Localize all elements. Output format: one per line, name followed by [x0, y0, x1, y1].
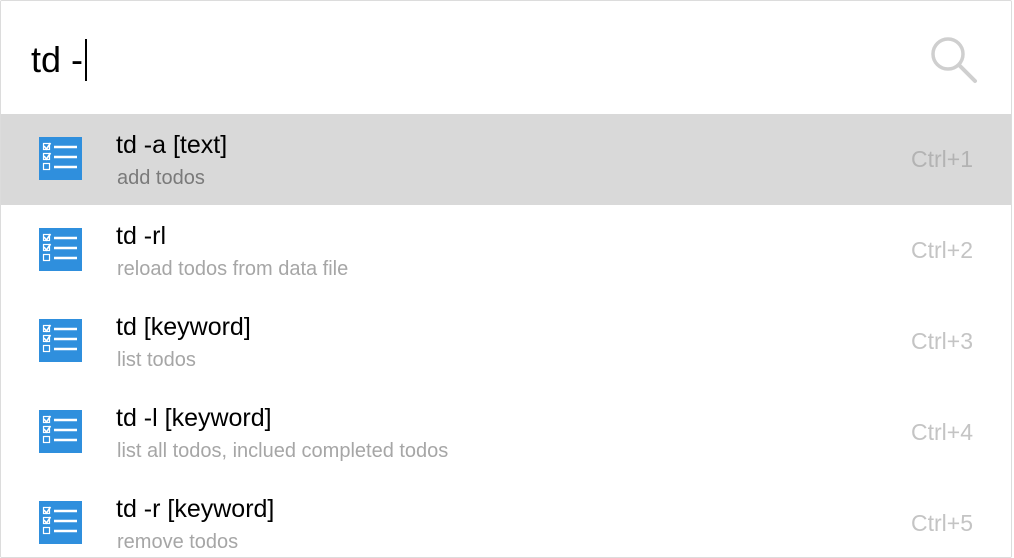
result-title: td -a [text] [116, 131, 228, 159]
todo-list-icon [39, 319, 82, 362]
search-input[interactable]: td - [31, 35, 88, 85]
result-hotkey: Ctrl+3 [911, 328, 973, 354]
result-hotkey: Ctrl+5 [911, 510, 973, 536]
todo-list-icon [39, 137, 82, 180]
search-query-text: td - [31, 39, 84, 80]
result-item[interactable]: td -r [keyword] remove todos Ctrl+5 [1, 478, 1011, 557]
result-title: td -l [keyword] [116, 404, 272, 432]
todo-list-icon [39, 501, 82, 544]
result-subtitle: add todos [117, 167, 205, 189]
result-item[interactable]: td -l [keyword] list all todos, inclued … [1, 387, 1011, 478]
result-subtitle: list todos [117, 349, 196, 371]
search-bar: td - [1, 1, 1011, 113]
result-hotkey: Ctrl+1 [911, 146, 973, 172]
results-list: td -a [text] add todos Ctrl+1 td -rl rel… [1, 114, 1011, 557]
result-item[interactable]: td -a [text] add todos Ctrl+1 [1, 114, 1011, 205]
result-title: td -rl [116, 222, 166, 250]
result-title: td [keyword] [116, 313, 251, 341]
todo-list-icon [39, 410, 82, 453]
result-item[interactable]: td -rl reload todos from data file Ctrl+… [1, 205, 1011, 296]
result-hotkey: Ctrl+4 [911, 419, 973, 445]
todo-list-icon [39, 228, 82, 271]
result-subtitle: remove todos [117, 531, 239, 553]
result-title: td -r [keyword] [116, 495, 275, 523]
result-item[interactable]: td [keyword] list todos Ctrl+3 [1, 296, 1011, 387]
result-subtitle: reload todos from data file [117, 258, 349, 280]
launcher-window: td - td -a [text] add todos Ctrl+1 td -r… [0, 0, 1012, 558]
result-subtitle: list all todos, inclued completed todos [117, 440, 449, 462]
search-icon[interactable] [927, 33, 979, 85]
text-caret [85, 39, 88, 81]
result-hotkey: Ctrl+2 [911, 237, 973, 263]
